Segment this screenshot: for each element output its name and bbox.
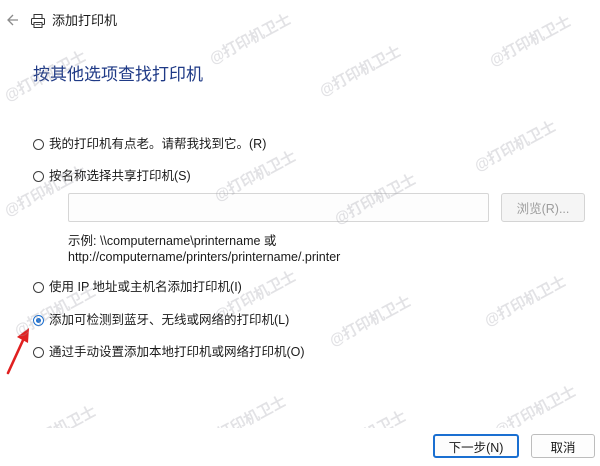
watermark: @打印机卫士	[486, 12, 574, 70]
option-label: 使用 IP 地址或主机名添加打印机(I)	[49, 280, 242, 294]
example-text-line1: 示例: \\computername\printername 或	[68, 234, 277, 248]
radio-ip-address[interactable]	[33, 281, 44, 293]
cancel-button[interactable]: 取消	[531, 434, 595, 458]
watermark: @打印机卫士	[481, 272, 569, 330]
watermark: @打印机卫士	[326, 292, 414, 350]
option-label: 添加可检测到蓝牙、无线或网络的打印机(L)	[49, 313, 290, 327]
example-text-line2: http://computername/printers/printername…	[68, 250, 341, 264]
back-arrow-icon[interactable]	[4, 10, 24, 30]
watermark: @打印机卫士	[316, 42, 404, 100]
option-label: 按名称选择共享打印机(S)	[49, 169, 191, 183]
window-title: 添加打印机	[52, 13, 118, 28]
option-bluetooth-wireless[interactable]: 添加可检测到蓝牙、无线或网络的打印机(L)	[33, 312, 289, 328]
radio-old-printer[interactable]	[33, 138, 44, 150]
watermark: @打印机卫士	[206, 10, 294, 68]
page-heading: 按其他选项查找打印机	[33, 65, 203, 84]
printer-icon	[31, 14, 45, 28]
browse-button[interactable]: 浏览(R)...	[501, 193, 585, 222]
option-shared-by-name[interactable]: 按名称选择共享打印机(S)	[33, 168, 191, 184]
watermark: @打印机卫士	[471, 117, 559, 175]
next-button[interactable]: 下一步(N)	[433, 434, 519, 458]
option-label: 我的打印机有点老。请帮我找到它。(R)	[49, 137, 267, 151]
annotation-arrow-icon	[6, 328, 29, 375]
option-old-printer[interactable]: 我的打印机有点老。请帮我找到它。(R)	[33, 136, 266, 152]
printer-name-input[interactable]	[68, 193, 489, 222]
option-label: 通过手动设置添加本地打印机或网络打印机(O)	[49, 345, 305, 359]
option-manual-local[interactable]: 通过手动设置添加本地打印机或网络打印机(O)	[33, 344, 305, 360]
radio-shared-by-name[interactable]	[33, 170, 44, 182]
option-ip-address[interactable]: 使用 IP 地址或主机名添加打印机(I)	[33, 279, 242, 295]
